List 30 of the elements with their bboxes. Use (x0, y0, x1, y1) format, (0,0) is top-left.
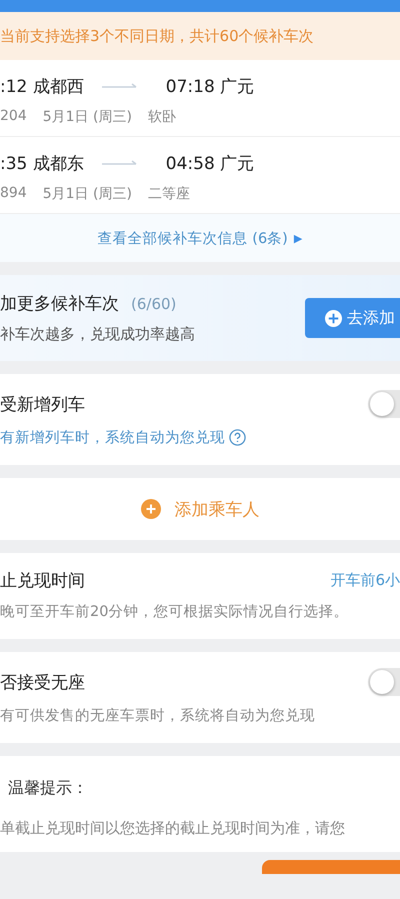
arrival-time: 07:18 广元 (166, 76, 254, 98)
card-title: 加更多候补车次 (0, 294, 119, 314)
setting-description: 有新增列车时，系统自动为您兑现 (0, 428, 225, 447)
submit-button[interactable] (262, 860, 400, 874)
add-passenger-button[interactable]: 添加乘车人 (0, 478, 400, 540)
travel-date: 5月1日 (周三) (42, 108, 132, 126)
setting-description: 晚可至开车前20分钟，您可根据实际情况自行选择。 (0, 602, 348, 621)
tips-text: 单截止兑现时间以您选择的截止兑现时间为准，请您 (0, 819, 346, 838)
view-all-link[interactable]: 查看全部候补车次信息 (6条) ▶ (0, 214, 400, 262)
seat-class: 软卧 (148, 108, 176, 126)
train-count: (6/60) (131, 295, 176, 313)
train-number: 204 (0, 108, 27, 126)
setting-description: 有可供发售的无座车票时，系统将自动为您兑现 (0, 706, 315, 725)
seat-class: 二等座 (148, 185, 190, 203)
departure-time: :12 成都西 (0, 76, 84, 98)
setting-title: 受新增列车 (0, 394, 85, 416)
tips-title: 温馨提示： (8, 778, 89, 799)
departure-time: :35 成都东 (0, 152, 84, 174)
plus-icon (140, 499, 160, 519)
plus-icon (325, 310, 342, 326)
notice-banner: 当前支持选择3个不同日期，共计60个候补车次 (0, 12, 400, 60)
arrival-time: 04:58 广元 (166, 152, 254, 174)
setting-title: 否接受无座 (0, 672, 85, 694)
travel-date: 5月1日 (周三) (42, 185, 132, 203)
card-subtitle: 补车次越多，兑现成功率越高 (0, 325, 195, 344)
train-number: 894 (0, 185, 27, 203)
setting-title: 止兑现时间 (0, 570, 85, 592)
time-selector[interactable]: 开车前6小 (330, 571, 400, 590)
add-button[interactable]: 去添加 (305, 298, 400, 338)
help-icon[interactable] (229, 429, 246, 446)
